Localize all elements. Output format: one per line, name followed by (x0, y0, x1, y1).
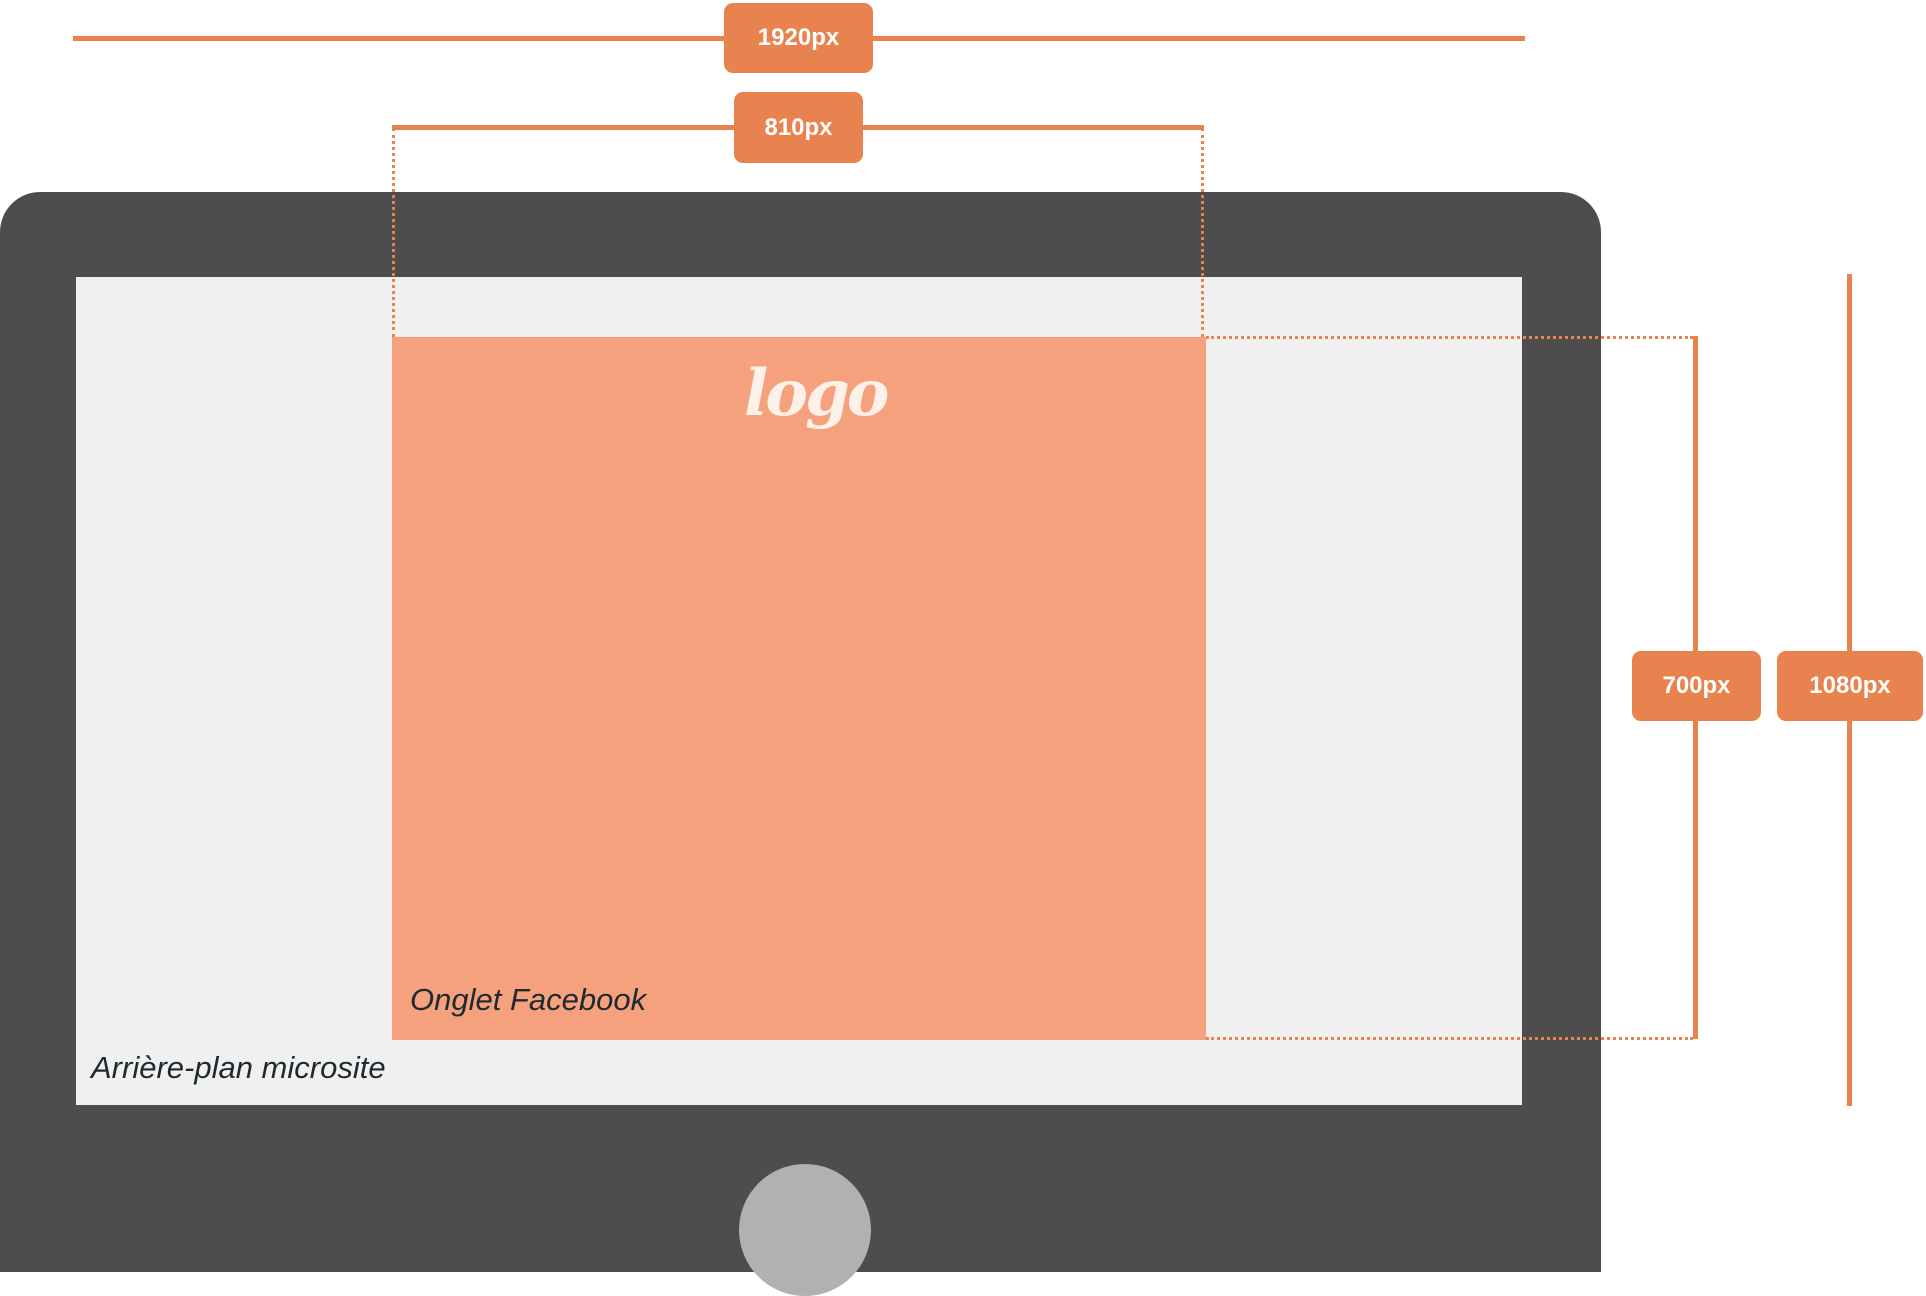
microsite-background-caption: Arrière-plan microsite (91, 1050, 386, 1085)
monitor-home-button (739, 1164, 871, 1296)
tab-width-left-guide (392, 128, 395, 337)
tab-height-bottom-guide (1206, 1037, 1693, 1040)
tab-width-badge: 810px (734, 92, 863, 163)
total-height-badge: 1080px (1777, 651, 1923, 721)
tab-width-right-guide (1201, 128, 1204, 337)
logo-mark: logo (744, 356, 889, 431)
facebook-tab-area (392, 337, 1206, 1040)
total-width-badge: 1920px (724, 3, 873, 73)
tab-height-top-guide (1206, 336, 1693, 339)
facebook-tab-caption: Onglet Facebook (410, 982, 647, 1017)
tab-height-badge: 700px (1632, 651, 1761, 721)
